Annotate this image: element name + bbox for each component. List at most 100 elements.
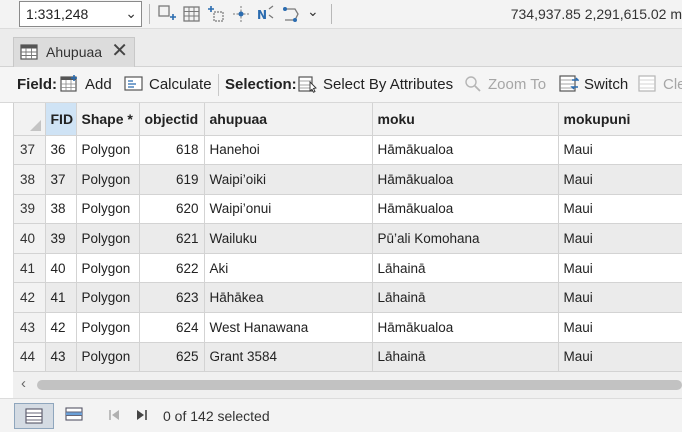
cell-mokupuni[interactable]: Maui xyxy=(558,164,682,195)
row-number[interactable]: 43 xyxy=(14,312,46,343)
scroll-left-icon[interactable]: ‹ xyxy=(21,375,26,392)
cell-moku[interactable]: Lāhainā xyxy=(372,342,559,372)
cell-ahupuaa[interactable]: Aki xyxy=(204,253,373,284)
cell-ahupuaa[interactable]: Waipi’oiki xyxy=(204,164,373,195)
column-header-mokupuni[interactable]: mokupuni xyxy=(558,103,682,136)
last-record-icon[interactable] xyxy=(133,407,151,423)
cell-shape[interactable]: Polygon xyxy=(76,282,140,314)
svg-text:N: N xyxy=(257,8,267,22)
cell-mokupuni[interactable]: Maui xyxy=(558,194,682,225)
cell-shape[interactable]: Polygon xyxy=(76,312,140,343)
cell-objectid[interactable]: 621 xyxy=(139,223,205,254)
cell-ahupuaa[interactable]: Hanehoi xyxy=(204,135,373,166)
row-number[interactable]: 42 xyxy=(14,282,46,314)
coordinate-readout: 734,937.85 2,291,615.02 m xyxy=(510,6,682,22)
cell-moku[interactable]: Hāmākualoa xyxy=(372,135,559,166)
close-icon[interactable]: ✕ xyxy=(111,40,128,62)
column-header-objectid[interactable]: objectid xyxy=(139,103,205,136)
column-header-shape[interactable]: Shape * xyxy=(76,103,140,136)
row-number[interactable]: 40 xyxy=(14,223,46,254)
cell-fid[interactable]: 43 xyxy=(45,342,77,372)
cell-mokupuni[interactable]: Maui xyxy=(558,223,682,254)
column-header-fid[interactable]: FID xyxy=(45,103,77,136)
field-label: Field: xyxy=(17,76,57,93)
cell-objectid[interactable]: 618 xyxy=(139,135,205,166)
selection-label: Selection: xyxy=(225,76,297,93)
cell-shape[interactable]: Polygon xyxy=(76,223,140,254)
cell-objectid[interactable]: 624 xyxy=(139,312,205,343)
cell-ahupuaa[interactable]: Wailuku xyxy=(204,223,373,254)
add-grid-icon[interactable] xyxy=(156,3,178,25)
grid-snap-icon[interactable] xyxy=(230,3,252,25)
table-toolbar: Field: Add Calculate Selection: Select B… xyxy=(0,67,682,103)
row-number[interactable]: 37 xyxy=(14,135,46,166)
tab-ahupuaa[interactable]: Ahupuaa ✕ xyxy=(13,37,135,67)
scrollbar-thumb[interactable] xyxy=(37,380,682,390)
cell-shape[interactable]: Polygon xyxy=(76,342,140,372)
chevron-down-icon[interactable]: ⌄ xyxy=(307,3,319,20)
horizontal-scrollbar[interactable]: ‹ xyxy=(13,372,682,398)
chevron-down-icon[interactable]: ⌄ xyxy=(125,5,137,22)
cell-mokupuni[interactable]: Maui xyxy=(558,282,682,314)
snapping-icon[interactable] xyxy=(205,3,227,25)
table-row[interactable]: 39 38 Polygon 620 Waipi’onui Hāmākualoa Maui xyxy=(14,194,682,225)
cell-fid[interactable]: 42 xyxy=(45,312,77,343)
scale-value: 1:331,248 xyxy=(26,6,89,22)
table-row[interactable]: 44 43 Polygon 625 Grant 3584 Lāhainā Maui xyxy=(14,342,682,372)
cell-shape[interactable]: Polygon xyxy=(76,253,140,284)
table-row[interactable]: 42 41 Polygon 623 Hāhākea Lāhainā Maui xyxy=(14,282,682,314)
cell-mokupuni[interactable]: Maui xyxy=(558,253,682,284)
cell-moku[interactable]: Hāmākualoa xyxy=(372,312,559,343)
column-header-ahupuaa[interactable]: ahupuaa xyxy=(204,103,373,136)
cell-shape[interactable]: Polygon xyxy=(76,164,140,195)
cell-shape[interactable]: Polygon xyxy=(76,135,140,166)
selection-count: 0 of 142 selected xyxy=(163,408,270,424)
cell-objectid[interactable]: 619 xyxy=(139,164,205,195)
cell-fid[interactable]: 37 xyxy=(45,164,77,195)
grid-icon[interactable] xyxy=(181,3,203,25)
table-row[interactable]: 38 37 Polygon 619 Waipi’oiki Hāmākualoa Maui xyxy=(14,164,682,195)
select-all-corner[interactable] xyxy=(14,103,46,136)
cell-fid[interactable]: 39 xyxy=(45,223,77,254)
show-selected-records-button[interactable] xyxy=(55,403,95,429)
table-row[interactable]: 41 40 Polygon 622 Aki Lāhainā Maui xyxy=(14,253,682,284)
column-header-moku[interactable]: moku xyxy=(372,103,559,136)
table-row[interactable]: 43 42 Polygon 624 West Hanawana Hāmākualoa Mau… xyxy=(14,312,682,343)
cell-objectid[interactable]: 625 xyxy=(139,342,205,372)
cell-fid[interactable]: 40 xyxy=(45,253,77,284)
row-number[interactable]: 44 xyxy=(14,342,46,372)
cell-moku[interactable]: Lāhainā xyxy=(372,282,559,314)
cell-ahupuaa[interactable]: Hāhākea xyxy=(204,282,373,314)
topology-icon[interactable] xyxy=(281,3,303,25)
attribute-table[interactable]: FID Shape * objectid ahupuaa moku mokupu… xyxy=(13,103,682,372)
cell-moku[interactable]: Hāmākualoa xyxy=(372,194,559,225)
cell-ahupuaa[interactable]: Grant 3584 xyxy=(204,342,373,372)
north-arrow-icon[interactable]: N xyxy=(255,3,277,25)
cell-fid[interactable]: 41 xyxy=(45,282,77,314)
show-all-records-button[interactable] xyxy=(14,403,54,429)
cell-objectid[interactable]: 620 xyxy=(139,194,205,225)
cell-ahupuaa[interactable]: Waipi’onui xyxy=(204,194,373,225)
scale-selector[interactable]: 1:331,248 ⌄ xyxy=(19,1,142,27)
cell-objectid[interactable]: 623 xyxy=(139,282,205,314)
cell-mokupuni[interactable]: Maui xyxy=(558,342,682,372)
row-number[interactable]: 41 xyxy=(14,253,46,284)
switch-label: Switch xyxy=(584,76,629,93)
cell-objectid[interactable]: 622 xyxy=(139,253,205,284)
cell-moku[interactable]: Pū’ali Komohana xyxy=(372,223,559,254)
tab-strip: Ahupuaa ✕ xyxy=(0,29,682,67)
cell-moku[interactable]: Lāhainā xyxy=(372,253,559,284)
calculate-label: Calculate xyxy=(149,76,212,93)
table-row[interactable]: 40 39 Polygon 621 Wailuku Pū’ali Komohana Maui xyxy=(14,223,682,254)
cell-shape[interactable]: Polygon xyxy=(76,194,140,225)
cell-ahupuaa[interactable]: West Hanawana xyxy=(204,312,373,343)
table-row[interactable]: 37 36 Polygon 618 Hanehoi Hāmākualoa Maui xyxy=(14,135,682,166)
cell-fid[interactable]: 36 xyxy=(45,135,77,166)
cell-mokupuni[interactable]: Maui xyxy=(558,312,682,343)
cell-mokupuni[interactable]: Maui xyxy=(558,135,682,166)
first-record-icon[interactable] xyxy=(105,407,123,423)
cell-fid[interactable]: 38 xyxy=(45,194,77,225)
row-number[interactable]: 38 xyxy=(14,164,46,195)
row-number[interactable]: 39 xyxy=(14,194,46,225)
cell-moku[interactable]: Hāmākualoa xyxy=(372,164,559,195)
